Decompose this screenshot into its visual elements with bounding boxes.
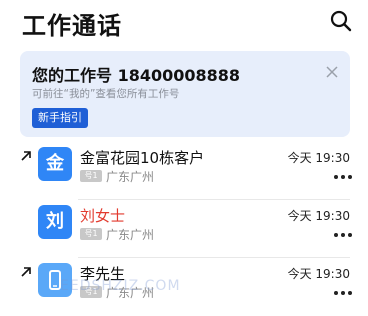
page-title: 工作通话 xyxy=(22,12,122,40)
banner-title: 您的工作号 18400008888 xyxy=(32,66,241,85)
search-icon[interactable] xyxy=(328,8,354,34)
more-options-icon[interactable] xyxy=(334,174,352,180)
call-list-item[interactable]: 刘 刘女士 号1 广东广州 今天 19:30 xyxy=(0,200,368,258)
avatar: 金 xyxy=(38,147,72,181)
more-options-icon[interactable] xyxy=(334,290,352,296)
avatar: 刘 xyxy=(38,205,72,239)
more-options-icon[interactable] xyxy=(334,232,352,238)
call-time: 今天 19:30 xyxy=(287,209,350,223)
call-location: 广东广州 xyxy=(106,170,155,184)
number-badge: 号1 xyxy=(80,228,102,240)
header: 工作通话 xyxy=(0,0,368,48)
close-icon[interactable] xyxy=(325,65,339,79)
number-badge: 号1 xyxy=(80,170,102,182)
watermark: EEDSHZIZ.COM xyxy=(60,278,181,294)
outgoing-call-icon xyxy=(21,267,31,277)
banner-subtitle: 可前往“我的”查看您所有工作号 xyxy=(32,88,180,100)
contact-name: 刘女士 xyxy=(80,207,126,225)
call-time: 今天 19:30 xyxy=(287,267,350,281)
call-list-item[interactable]: 李先生 号1 广东广州 今天 19:30 xyxy=(0,258,368,316)
contact-name: 金富花园10栋客户 xyxy=(80,149,205,167)
work-number-banner: 您的工作号 18400008888 可前往“我的”查看您所有工作号 新手指引 xyxy=(20,51,350,137)
call-time: 今天 19:30 xyxy=(287,151,350,165)
guide-button[interactable]: 新手指引 xyxy=(32,108,88,128)
outgoing-call-icon xyxy=(21,151,31,161)
call-list-item[interactable]: 金 金富花园10栋客户 号1 广东广州 今天 19:30 xyxy=(0,142,368,200)
call-location: 广东广州 xyxy=(106,228,155,242)
